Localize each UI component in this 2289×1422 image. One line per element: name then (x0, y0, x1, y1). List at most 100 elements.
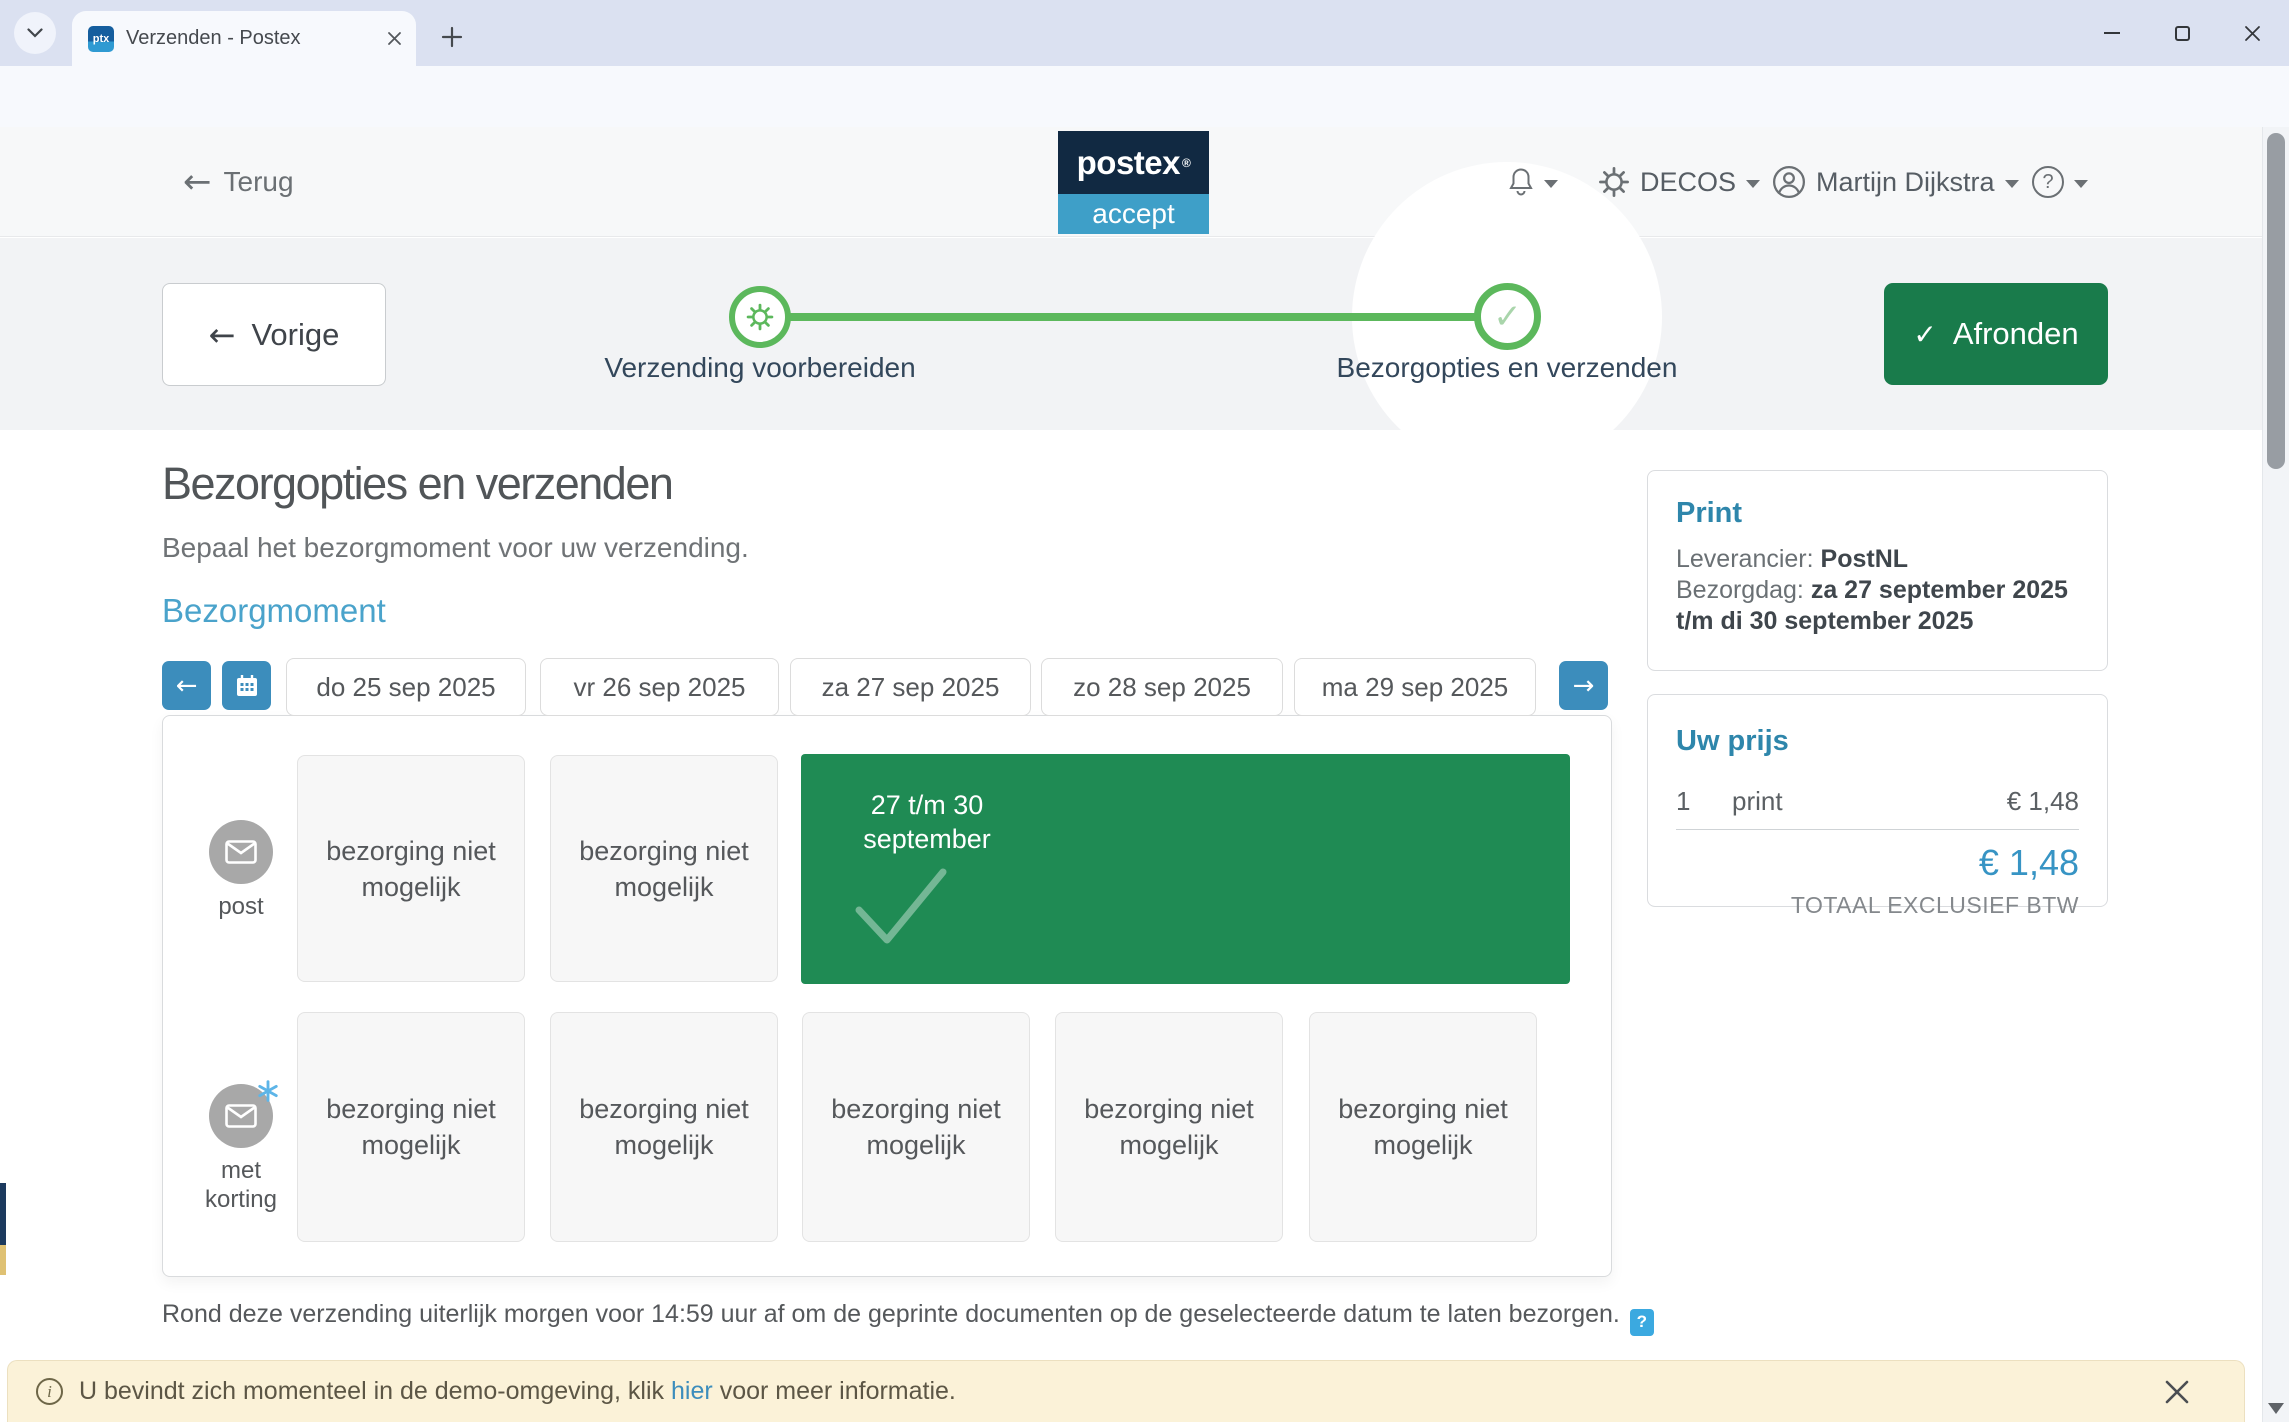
page-subtitle: Bepaal het bezorgmoment voor uw verzendi… (162, 532, 749, 564)
selected-range-label: 27 t/m 30 september (847, 788, 1007, 856)
scrollbar-down-arrow[interactable] (2268, 1403, 2284, 1414)
back-link[interactable]: ← Terug (183, 127, 294, 237)
demo-banner: i U bevindt zich momenteel in de demo-om… (7, 1360, 2245, 1422)
organization-label: DECOS (1640, 167, 1736, 198)
deadline-note: Rond deze verzending uiterlijk morgen vo… (162, 1300, 1654, 1336)
check-icon (853, 866, 949, 946)
discount-asterisk-icon (257, 1080, 279, 1107)
option-cell-selected[interactable]: 27 t/m 30 september (801, 754, 1570, 984)
banner-text: U bevindt zich momenteel in de demo-omge… (79, 1377, 956, 1406)
user-icon (1772, 165, 1806, 199)
tab-close-icon[interactable] (387, 31, 402, 46)
help-menu[interactable]: ? (2032, 127, 2088, 237)
browser-tab[interactable]: ptx Verzenden - Postex (72, 11, 416, 66)
user-name: Martijn Dijkstra (1816, 167, 1995, 198)
step-circle-delivery: ✓ (1474, 283, 1541, 350)
korting-row-icon (209, 1084, 273, 1148)
back-link-label: Terug (224, 166, 294, 198)
left-arrow-icon: ← (183, 165, 212, 199)
tab-search-button[interactable] (14, 12, 56, 54)
price-total: € 1,48 (1676, 842, 2079, 884)
step-circle-prepare (729, 286, 791, 348)
calendar-icon (234, 673, 260, 699)
price-total-caption: TOTAAL EXCLUSIEF BTW (1676, 892, 2079, 919)
close-window-button[interactable] (2220, 0, 2284, 66)
info-icon: i (36, 1378, 63, 1405)
banner-close-button[interactable] (2164, 1379, 2190, 1405)
price-amount: € 1,48 (2007, 786, 2079, 817)
page-scrollbar[interactable] (2262, 127, 2289, 1422)
row-label-korting: met korting (191, 1156, 291, 1214)
date-tab[interactable]: do 25 sep 2025 (286, 658, 526, 716)
right-arrow-icon: → (1573, 671, 1595, 701)
price-line-item: 1 print € 1,48 (1676, 772, 2079, 830)
step-connector-line (789, 313, 1476, 321)
option-cell-unavailable: bezorging niet mogelijk (1055, 1012, 1283, 1242)
finish-button[interactable]: ✓ Afronden (1884, 283, 2108, 385)
price-item: print (1732, 786, 2007, 817)
tooltip-question-icon[interactable]: ? (1630, 1309, 1654, 1336)
postex-favicon: ptx (88, 26, 114, 52)
price-card: Uw prijs 1 print € 1,48 € 1,48 TOTAAL EX… (1647, 694, 2108, 907)
option-cell-unavailable: bezorging niet mogelijk (802, 1012, 1030, 1242)
step-label-delivery: Bezorgopties en verzenden (1297, 352, 1717, 384)
prev-dates-button[interactable]: ← (162, 661, 211, 710)
close-icon (2164, 1379, 2190, 1405)
tab-strip: ptx Verzenden - Postex (0, 0, 2289, 66)
option-cell-unavailable: bezorging niet mogelijk (550, 755, 778, 982)
new-tab-button[interactable] (432, 17, 472, 57)
minimize-icon (2104, 32, 2120, 34)
check-icon: ✓ (1493, 297, 1522, 337)
scrollbar-thumb[interactable] (2267, 133, 2285, 469)
caret-down-icon (1746, 180, 1760, 188)
logo-top: postex® (1058, 131, 1209, 194)
browser-window: ptx Verzenden - Postex nl.postex-accept.… (0, 0, 2289, 1422)
date-tab[interactable]: ma 29 sep 2025 (1294, 658, 1536, 716)
caret-down-icon (1544, 180, 1558, 188)
maximize-icon (2175, 26, 2190, 41)
price-card-title: Uw prijs (1676, 725, 2079, 758)
step-label-prepare: Verzending voorbereiden (550, 352, 970, 384)
caret-down-icon (2074, 180, 2088, 188)
edge-fragment (0, 1183, 6, 1245)
section-title: Bezorgmoment (162, 592, 386, 630)
finish-button-label: Afronden (1953, 316, 2079, 352)
date-tab[interactable]: zo 28 sep 2025 (1041, 658, 1283, 716)
gear-icon (1598, 166, 1630, 198)
left-arrow-icon: ← (176, 671, 198, 701)
page-title: Bezorgopties en verzenden (162, 458, 672, 510)
help-icon: ? (2032, 166, 2064, 198)
notifications-menu[interactable] (1508, 127, 1558, 237)
row-label-post: post (177, 892, 305, 921)
date-tab[interactable]: za 27 sep 2025 (790, 658, 1031, 716)
option-cell-unavailable: bezorging niet mogelijk (297, 755, 525, 982)
price-qty: 1 (1676, 786, 1732, 817)
browser-toolbar: nl.postex-accept.com/start/shipments/280… (0, 66, 2289, 127)
left-arrow-icon: ← (209, 316, 236, 354)
previous-button-label: Vorige (251, 317, 339, 353)
plus-icon (441, 26, 463, 48)
print-summary-card: Print Leverancier: PostNL Bezorgdag: za … (1647, 470, 2108, 671)
postex-logo: postex® accept (1058, 131, 1209, 234)
chevron-down-icon (27, 28, 43, 38)
bell-icon (1508, 167, 1534, 197)
envelope-icon (225, 840, 257, 864)
logo-bottom: accept (1058, 194, 1209, 234)
close-icon (2244, 25, 2261, 42)
next-dates-button[interactable]: → (1559, 661, 1608, 710)
user-menu[interactable]: Martijn Dijkstra (1772, 127, 2019, 237)
date-tab[interactable]: vr 26 sep 2025 (540, 658, 779, 716)
maximize-button[interactable] (2150, 0, 2214, 66)
option-cell-unavailable: bezorging niet mogelijk (1309, 1012, 1537, 1242)
gear-icon (746, 303, 774, 331)
delivery-options-panel: post bezorging niet mogelijk bezorging n… (162, 715, 1612, 1277)
option-cell-unavailable: bezorging niet mogelijk (550, 1012, 778, 1242)
minimize-button[interactable] (2080, 0, 2144, 66)
previous-button[interactable]: ← Vorige (162, 283, 386, 386)
edge-fragment (0, 1245, 6, 1275)
banner-link[interactable]: hier (671, 1377, 713, 1405)
envelope-icon (225, 1104, 257, 1128)
post-row-icon (209, 820, 273, 884)
calendar-button[interactable] (222, 661, 271, 710)
organization-menu[interactable]: DECOS (1598, 127, 1760, 237)
